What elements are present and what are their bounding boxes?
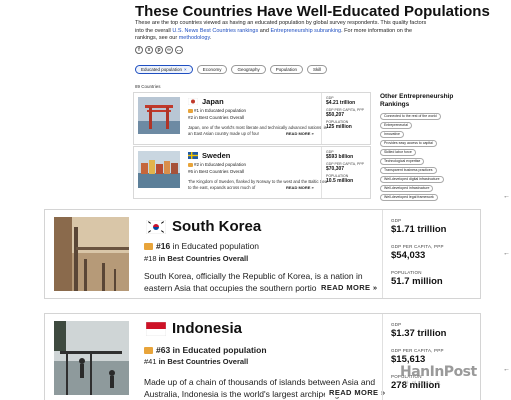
sidebar-ranking-link[interactable]: Entrepreneurial: [380, 122, 412, 129]
sidebar-ranking-link[interactable]: Innovative: [380, 131, 404, 138]
country-name[interactable]: Indonesia: [172, 320, 242, 337]
sidebar-ranking-link[interactable]: Well-developed infrastructure: [380, 185, 434, 192]
arrow-left-icon: ←: [503, 366, 510, 373]
country-stats: GDP $1.71 trillion GDP PER CAPITA, PPP $…: [382, 210, 480, 298]
japan-photo: [138, 97, 180, 134]
gdp-value: $4.21 trillion: [326, 100, 356, 106]
page-title: These Countries Have Well-Educated Popul…: [135, 3, 490, 20]
rank-overall: #41 in Best Countries Overall: [144, 357, 249, 366]
indonesia-flag-icon: [146, 322, 166, 336]
sidebar-ranking-link[interactable]: Skilled labor force: [380, 149, 416, 156]
filter-chip-geography[interactable]: Geography: [231, 65, 266, 74]
country-name[interactable]: Sweden: [202, 151, 230, 160]
sidebar-ranking-link[interactable]: Provides easy access to capital: [380, 140, 437, 147]
rank-attribute: #16 in Educated population: [144, 241, 259, 251]
sidebar-ranking-link[interactable]: Well-developed legal framework: [380, 194, 438, 201]
more-icon[interactable]: …: [175, 46, 183, 54]
filter-chips: Educated population × Economy Geography P…: [135, 65, 328, 74]
medal-icon: [144, 347, 153, 355]
methodology-link[interactable]: methodology: [179, 35, 210, 41]
sidebar-ranking-link[interactable]: Connected to the rest of the world: [380, 113, 441, 120]
population-value: 10.5 million: [326, 178, 354, 184]
filter-chip-skill[interactable]: Skill: [307, 65, 328, 74]
gdp-per-capita-value: $54,033: [391, 250, 426, 261]
remove-filter-icon[interactable]: ×: [184, 67, 187, 72]
read-more-link[interactable]: READ MORE »: [317, 283, 378, 292]
best-countries-link[interactable]: U.S. News Best Countries rankings: [172, 28, 258, 34]
rank-attribute: #2 in Educated population: [188, 162, 246, 167]
sweden-flag-icon: [188, 152, 198, 159]
medal-icon: [144, 243, 153, 251]
rank-attribute: #63 in Educated population: [144, 345, 267, 355]
gdp-per-capita-value: $70,307: [326, 166, 345, 172]
country-stats: GDP $1.37 trillion GDP PER CAPITA, PPP $…: [382, 314, 480, 400]
south-korea-photo: [54, 217, 129, 291]
japan-flag-icon: [188, 98, 198, 105]
sidebar-ranking-link[interactable]: Transparent business practices: [380, 167, 437, 174]
rank-overall: #6 in Best Countries Overall: [188, 169, 245, 174]
arrow-left-icon: ←: [503, 250, 510, 257]
entrepreneurship-link[interactable]: Entrepreneurship subranking: [270, 28, 341, 34]
population-value: 51.7 million: [391, 276, 443, 287]
country-name[interactable]: Japan: [202, 97, 224, 106]
sweden-photo: [138, 151, 180, 188]
medal-icon: [188, 162, 193, 167]
country-card-japan[interactable]: Japan #1 in Educated population #2 in Be…: [133, 92, 371, 145]
country-card-south-korea[interactable]: South Korea #16 in Educated population #…: [44, 209, 481, 299]
sidebar-ranking-link[interactable]: Well-developed digital infrastructure: [380, 176, 444, 183]
filter-chip-economy[interactable]: Economy: [196, 65, 228, 74]
share-bar: f x p ∞ …: [135, 46, 183, 54]
rank-overall: #2 in Best Countries Overall: [188, 115, 245, 120]
other-rankings-sidebar: Other Entrepreneurship Rankings Connecte…: [380, 93, 460, 203]
country-card-sweden[interactable]: Sweden #2 in Educated population #6 in B…: [133, 146, 371, 199]
filter-chip-educated-population[interactable]: Educated population ×: [135, 65, 193, 74]
x-icon[interactable]: x: [145, 46, 153, 54]
link-icon[interactable]: ∞: [165, 46, 173, 54]
gdp-per-capita-value: $50,207: [326, 112, 345, 118]
indonesia-photo: [54, 321, 129, 395]
country-stats: GDP $593 billion GDP PER CAPITA, PPP $70…: [321, 147, 371, 198]
pinterest-icon[interactable]: p: [155, 46, 163, 54]
gdp-value: $1.71 trillion: [391, 224, 447, 235]
sidebar-ranking-link[interactable]: Technological expertise: [380, 158, 425, 165]
gdp-value: $1.37 trillion: [391, 328, 447, 339]
read-more-link[interactable]: READ MORE »: [325, 388, 386, 397]
country-name[interactable]: South Korea: [172, 218, 261, 235]
read-more-link[interactable]: READ MORE »: [284, 131, 314, 136]
gdp-value: $593 billion: [326, 154, 354, 160]
arrow-left-icon: ←: [503, 193, 510, 200]
facebook-icon[interactable]: f: [135, 46, 143, 54]
rank-overall: #18 in Best Countries Overall: [144, 254, 249, 263]
sidebar-heading: Other Entrepreneurship Rankings: [380, 93, 454, 108]
population-value: 125 million: [326, 124, 352, 130]
country-stats: GDP $4.21 trillion GDP PER CAPITA, PPP $…: [321, 93, 371, 144]
results-count: 89 Countries: [135, 84, 161, 89]
medal-icon: [188, 108, 193, 113]
read-more-link[interactable]: READ MORE »: [284, 185, 314, 190]
watermark-subtitle: 한 인 포 스 트: [404, 381, 442, 387]
watermark-logo: HanInPost: [400, 364, 477, 380]
rank-attribute: #1 in Educated population: [188, 108, 246, 113]
intro-text: These are the top countries viewed as ha…: [135, 20, 427, 41]
filter-chip-population[interactable]: Population: [269, 65, 303, 74]
south-korea-flag-icon: [146, 220, 166, 234]
